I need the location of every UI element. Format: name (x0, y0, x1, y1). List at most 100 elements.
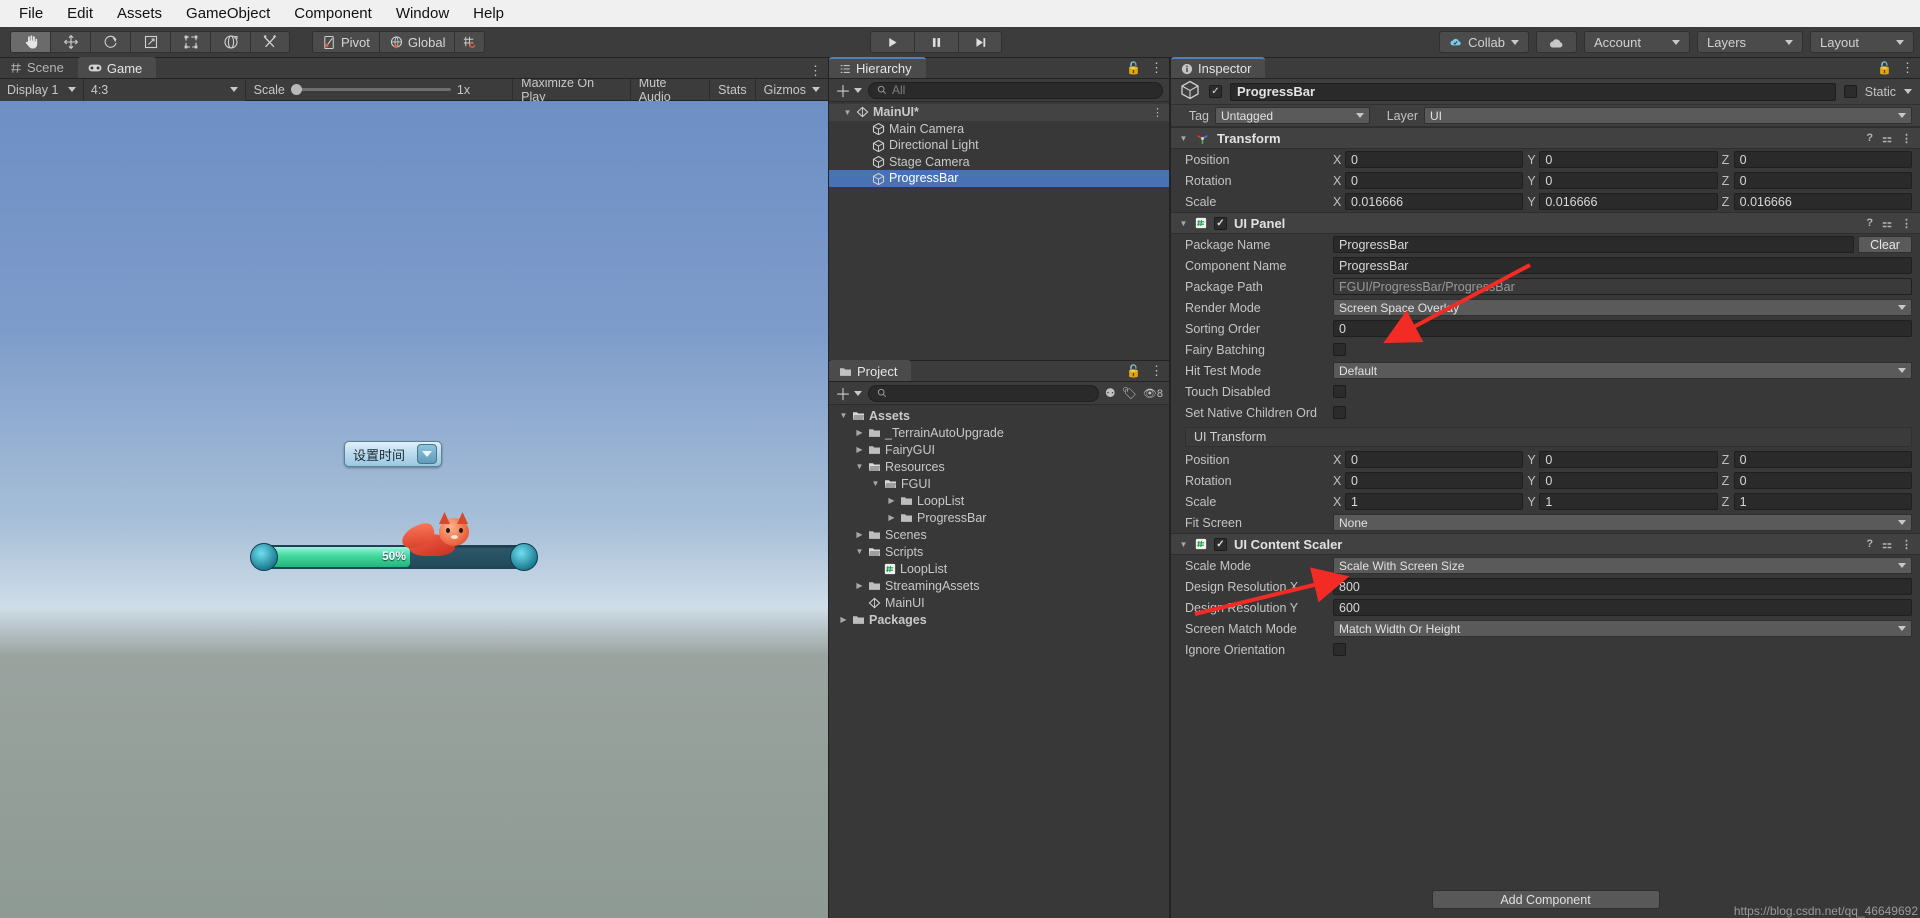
hierarchy-tree[interactable]: ▼ MainUI* ⋮ Main Camera Directional Light Sta… (829, 102, 1169, 360)
account-button[interactable]: Account (1584, 31, 1690, 53)
hand-tool-button[interactable] (10, 31, 50, 53)
inspector-text-input[interactable]: 0 (1333, 320, 1912, 337)
chevron-right-icon[interactable]: ▶ (839, 615, 848, 624)
tab-scene[interactable]: Scene (0, 57, 78, 78)
vector-input-y[interactable]: 0 (1539, 172, 1718, 189)
vector-input-x[interactable]: 0.016666 (1345, 193, 1524, 210)
mute-audio-toggle[interactable]: Mute Audio (631, 76, 711, 104)
tab-project[interactable]: Project (829, 360, 912, 381)
project-item[interactable]: ▼ Resources (829, 458, 1169, 475)
menu-item-window[interactable]: Window (385, 2, 460, 25)
layout-button[interactable]: Layout (1810, 31, 1914, 53)
game-tab-menu[interactable]: ⋮ (809, 64, 822, 77)
chevron-down-icon[interactable]: ▼ (1179, 540, 1188, 549)
global-toggle[interactable]: Global (378, 31, 455, 53)
tag-dropdown[interactable]: Untagged (1215, 107, 1370, 124)
component-header[interactable]: ▼ Transform? ⚏ ⋮ (1171, 127, 1920, 149)
chevron-right-icon[interactable]: ▶ (887, 513, 896, 522)
add-component-button[interactable]: Add Component (1431, 890, 1660, 909)
inspector-text-input[interactable]: ProgressBar (1333, 257, 1912, 274)
component-enabled-checkbox[interactable]: ✓ (1214, 537, 1227, 551)
aspect-selector[interactable]: 4:3 (83, 78, 246, 101)
help-icon[interactable]: ? (1866, 132, 1873, 145)
menu-item-gameobject[interactable]: GameObject (175, 2, 281, 25)
vector-input-x[interactable]: 0 (1345, 472, 1524, 489)
clear-button[interactable]: Clear (1858, 236, 1912, 253)
kebab-menu-icon[interactable]: ⋮ (1901, 217, 1912, 230)
inspector-text-input[interactable]: 800 (1333, 578, 1912, 595)
menu-item-edit[interactable]: Edit (56, 2, 104, 25)
inspector-text-input[interactable]: ProgressBar (1333, 236, 1854, 253)
project-item[interactable]: ▶ FairyGUI (829, 441, 1169, 458)
component-enabled-checkbox[interactable]: ✓ (1214, 216, 1227, 230)
custom-tool-button[interactable] (250, 31, 290, 53)
transform-tool-button[interactable] (210, 31, 250, 53)
gameobject-active-checkbox[interactable]: ✓ (1209, 85, 1222, 98)
hidden-count-badge[interactable]: 👁8 (1143, 387, 1163, 400)
tab-game[interactable]: Game (77, 57, 157, 78)
collab-button[interactable]: Collab (1439, 31, 1529, 53)
vector-input-x[interactable]: 1 (1345, 493, 1524, 510)
inspector-checkbox[interactable] (1333, 385, 1346, 398)
menu-item-component[interactable]: Component (283, 2, 383, 25)
inspector-dropdown[interactable]: None (1333, 514, 1912, 531)
project-item[interactable]: ▼ FGUI (829, 475, 1169, 492)
filter-by-type-icon[interactable]: ⚉ (1105, 386, 1116, 400)
play-button[interactable] (870, 31, 914, 53)
inspector-checkbox[interactable] (1333, 643, 1346, 656)
inspector-dropdown[interactable]: Match Width Or Height (1333, 620, 1912, 637)
gameobject-name-field[interactable]: ProgressBar (1230, 82, 1836, 101)
display-selector[interactable]: Display 1 (0, 78, 84, 101)
filter-by-label-icon[interactable]: 🏷 (1122, 386, 1137, 400)
vector-input-y[interactable]: 0 (1539, 472, 1718, 489)
maximize-on-play-toggle[interactable]: Maximize On Play (513, 76, 631, 104)
vector-input-y[interactable]: 1 (1539, 493, 1718, 510)
game-render-view[interactable]: 设置时间 50% (0, 101, 828, 918)
chevron-down-icon[interactable]: ▼ (855, 547, 864, 556)
menu-item-assets[interactable]: Assets (106, 2, 173, 25)
chevron-down-icon[interactable]: ▼ (855, 462, 864, 471)
vector-input-z[interactable]: 0 (1733, 472, 1912, 489)
chevron-down-icon[interactable]: ▼ (843, 108, 852, 117)
project-item[interactable]: LoopList (829, 560, 1169, 577)
help-icon[interactable]: ? (1866, 538, 1873, 551)
scale-tool-button[interactable] (130, 31, 170, 53)
vector-input-z[interactable]: 0 (1733, 451, 1912, 468)
vector-input-x[interactable]: 0 (1345, 151, 1524, 168)
kebab-menu-icon[interactable]: ⋮ (1901, 61, 1914, 74)
hierarchy-item[interactable]: ProgressBar (829, 170, 1169, 187)
inspector-dropdown[interactable]: Scale With Screen Size (1333, 557, 1912, 574)
pivot-toggle[interactable]: Pivot (312, 31, 379, 53)
rect-tool-button[interactable] (170, 31, 210, 53)
lock-icon[interactable]: 🔓 (1877, 61, 1892, 75)
chevron-down-icon[interactable]: ▼ (1179, 134, 1188, 143)
vector-input-y[interactable]: 0.016666 (1539, 193, 1718, 210)
project-item[interactable]: ▼ Scripts (829, 543, 1169, 560)
rotate-tool-button[interactable] (90, 31, 130, 53)
component-header[interactable]: ▼ ✓ UI Panel? ⚏ ⋮ (1171, 212, 1920, 234)
project-item[interactable]: ▶ LoopList (829, 492, 1169, 509)
layer-dropdown[interactable]: UI (1424, 107, 1912, 124)
dropdown-arrow-button[interactable] (417, 444, 437, 464)
tab-inspector[interactable]: Inspector (1171, 57, 1266, 78)
hierarchy-item[interactable]: ▼ MainUI* ⋮ (829, 104, 1169, 121)
menu-item-file[interactable]: File (8, 2, 54, 25)
scale-slider[interactable] (290, 84, 451, 95)
chevron-right-icon[interactable]: ▶ (855, 530, 864, 539)
inspector-dropdown[interactable]: Default (1333, 362, 1912, 379)
lock-icon[interactable]: 🔓 (1126, 61, 1141, 75)
tab-hierarchy[interactable]: Hierarchy (829, 57, 926, 78)
chevron-down-icon[interactable]: ▼ (1179, 219, 1188, 228)
inspector-checkbox[interactable] (1333, 406, 1346, 419)
create-asset-button[interactable]: ＋ (835, 381, 863, 405)
vector-input-x[interactable]: 0 (1345, 172, 1524, 189)
project-search-input[interactable] (868, 384, 1099, 402)
inspector-dropdown[interactable]: Screen Space Overlay (1333, 299, 1912, 316)
inspector-text-input[interactable]: 600 (1333, 599, 1912, 616)
kebab-menu-icon[interactable]: ⋮ (1901, 538, 1912, 551)
scale-slider-group[interactable]: Scale 1x (246, 78, 514, 101)
project-item[interactable]: ▼ Assets (829, 407, 1169, 424)
project-item[interactable]: ▶ StreamingAssets (829, 577, 1169, 594)
preset-icon[interactable]: ⚏ (1882, 132, 1892, 145)
project-tree[interactable]: ▼ Assets ▶ _TerrainAutoUpgrade ▶ FairyGUI ▼ Res… (829, 405, 1169, 918)
